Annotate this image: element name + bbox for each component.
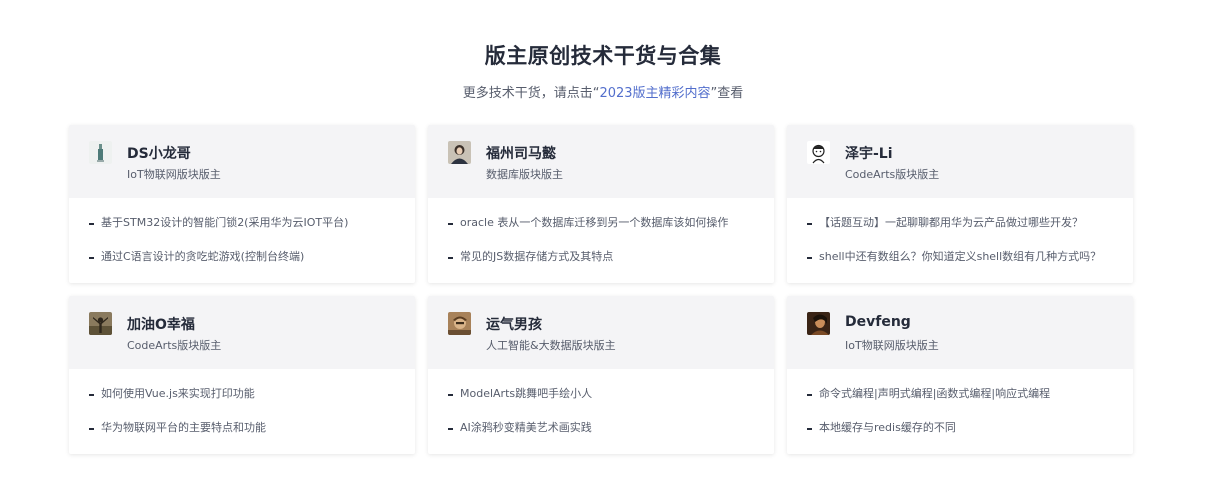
article-list: oracle 表从一个数据库迁移到另一个数据库该如何操作 常见的JS数据存储方式… — [428, 198, 774, 264]
moderator-card: 运气男孩 人工智能&大数据版块版主 ModelArts跳舞吧手绘小人 AI涂鸦秒… — [428, 296, 774, 454]
article-list: 命令式编程|声明式编程|函数式编程|响应式编程 本地缓存与redis缓存的不同 — [787, 369, 1133, 435]
moderator-name[interactable]: 加油O幸福 — [127, 314, 195, 334]
moderator-name[interactable]: 福州司马懿 — [486, 143, 556, 163]
subtitle-suffix: ”查看 — [710, 86, 744, 101]
moderator-role: CodeArts版块版主 — [127, 339, 222, 352]
card-header: 运气男孩 人工智能&大数据版块版主 — [428, 296, 774, 369]
moderator-name[interactable]: 运气男孩 — [486, 314, 542, 334]
article-link[interactable]: AI涂鸦秒变精美艺术画实践 — [448, 421, 774, 435]
moderator-card: 福州司马懿 数据库版块版主 oracle 表从一个数据库迁移到另一个数据库该如何… — [428, 125, 774, 283]
moderator-role: CodeArts版块版主 — [845, 168, 940, 181]
card-header: 福州司马懿 数据库版块版主 — [428, 125, 774, 198]
moderator-card: 加油O幸福 CodeArts版块版主 如何使用Vue.js来实现打印功能 华为物… — [69, 296, 415, 454]
moderator-card-grid: DS小龙哥 IoT物联网版块版主 基于STM32设计的智能门锁2(采用华为云IO… — [69, 125, 1133, 454]
portrait-avatar-icon[interactable] — [807, 312, 830, 335]
highlights-link[interactable]: 2023版主精彩内容 — [599, 86, 710, 101]
article-list: 基于STM32设计的智能门锁2(采用华为云IOT平台) 通过C语言设计的贪吃蛇游… — [69, 198, 415, 264]
card-header: DS小龙哥 IoT物联网版块版主 — [69, 125, 415, 198]
article-list: 如何使用Vue.js来实现打印功能 华为物联网平台的主要特点和功能 — [69, 369, 415, 435]
article-list: ModelArts跳舞吧手绘小人 AI涂鸦秒变精美艺术画实践 — [428, 369, 774, 435]
article-link[interactable]: 通过C语言设计的贪吃蛇游戏(控制台终端) — [89, 250, 415, 264]
moderator-role: IoT物联网版块版主 — [127, 168, 221, 181]
article-list: 【话题互动】一起聊聊都用华为云产品做过哪些开发？ shell中还有数组么？你知道… — [787, 198, 1133, 264]
page-title: 版主原创技术干货与合集 — [484, 44, 722, 68]
article-link[interactable]: ModelArts跳舞吧手绘小人 — [448, 387, 774, 401]
article-link[interactable]: 常见的JS数据存储方式及其特点 — [448, 250, 774, 264]
article-link[interactable]: 本地缓存与redis缓存的不同 — [807, 421, 1133, 435]
card-header: 加油O幸福 CodeArts版块版主 — [69, 296, 415, 369]
moderator-role: 数据库版块版主 — [486, 168, 563, 181]
moderator-name[interactable]: 泽宇-Li — [845, 143, 893, 163]
subtitle-prefix: 更多技术干货，请点击“ — [462, 86, 600, 101]
moderator-role: IoT物联网版块版主 — [845, 339, 939, 352]
page-subtitle: 更多技术干货，请点击“2023版主精彩内容”查看 — [0, 82, 1206, 101]
moderator-name[interactable]: Devfeng — [845, 314, 911, 330]
moderator-card: 泽宇-Li CodeArts版块版主 【话题互动】一起聊聊都用华为云产品做过哪些… — [787, 125, 1133, 283]
article-link[interactable]: 【话题互动】一起聊聊都用华为云产品做过哪些开发？ — [807, 216, 1133, 230]
figure-avatar-icon[interactable] — [89, 141, 112, 164]
cartoon-avatar-icon[interactable] — [807, 141, 830, 164]
girl-avatar-icon[interactable] — [448, 141, 471, 164]
card-header: 泽宇-Li CodeArts版块版主 — [787, 125, 1133, 198]
person-avatar-icon[interactable] — [89, 312, 112, 335]
article-link[interactable]: 华为物联网平台的主要特点和功能 — [89, 421, 415, 435]
article-link[interactable]: shell中还有数组么？你知道定义shell数组有几种方式吗？ — [807, 250, 1133, 264]
moderator-card: DS小龙哥 IoT物联网版块版主 基于STM32设计的智能门锁2(采用华为云IO… — [69, 125, 415, 283]
moderator-name[interactable]: DS小龙哥 — [127, 143, 191, 163]
article-link[interactable]: 基于STM32设计的智能门锁2(采用华为云IOT平台) — [89, 216, 415, 230]
moderator-role: 人工智能&大数据版块版主 — [486, 339, 616, 352]
moderator-card: Devfeng IoT物联网版块版主 命令式编程|声明式编程|函数式编程|响应式… — [787, 296, 1133, 454]
photo-avatar-icon[interactable] — [448, 312, 471, 335]
card-header: Devfeng IoT物联网版块版主 — [787, 296, 1133, 369]
article-link[interactable]: oracle 表从一个数据库迁移到另一个数据库该如何操作 — [448, 216, 774, 230]
article-link[interactable]: 命令式编程|声明式编程|函数式编程|响应式编程 — [807, 387, 1133, 401]
article-link[interactable]: 如何使用Vue.js来实现打印功能 — [89, 387, 415, 401]
